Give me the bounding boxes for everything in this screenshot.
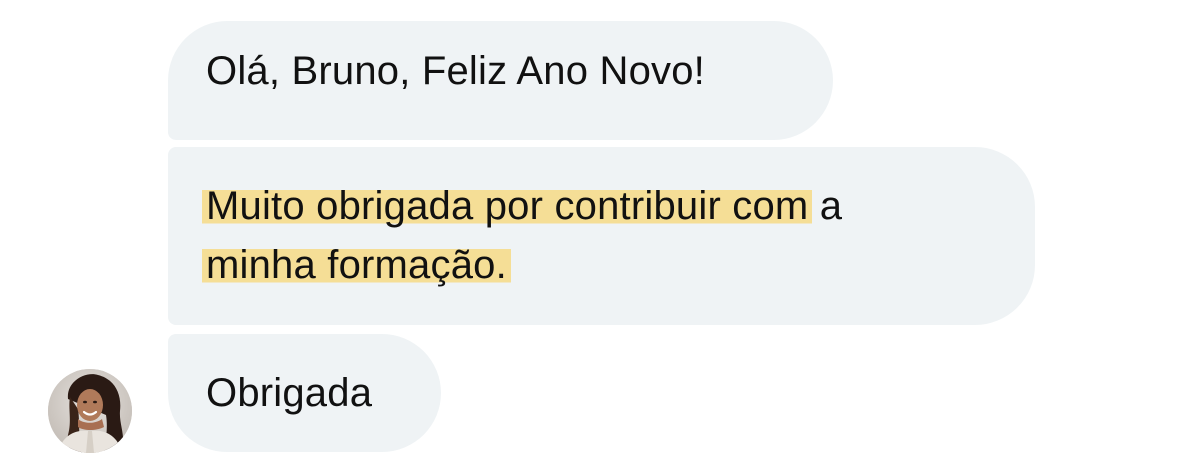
avatar[interactable] — [48, 369, 132, 453]
highlighted-text: minha formação. — [202, 243, 511, 287]
message-text-line: minha formação. — [202, 236, 1035, 295]
avatar-photo-icon — [48, 369, 132, 453]
message-text-plain: Olá, Bruno, Feliz Ano Novo! — [206, 49, 705, 93]
message-text: Olá, Bruno, Feliz Ano Novo! — [206, 42, 833, 101]
message-text-line: Muito obrigada por contribuir com a — [202, 177, 1035, 236]
message-text-plain: Obrigada — [206, 371, 373, 415]
message-bubble[interactable]: Muito obrigada por contribuir com a minh… — [168, 147, 1035, 325]
message-bubble[interactable]: Olá, Bruno, Feliz Ano Novo! — [168, 21, 833, 140]
highlighted-text: Muito obrigada por contribuir com — [202, 184, 813, 228]
message-text-plain: a — [808, 184, 843, 228]
message-text: Obrigada — [206, 364, 441, 423]
message-bubble[interactable]: Obrigada — [168, 334, 441, 452]
